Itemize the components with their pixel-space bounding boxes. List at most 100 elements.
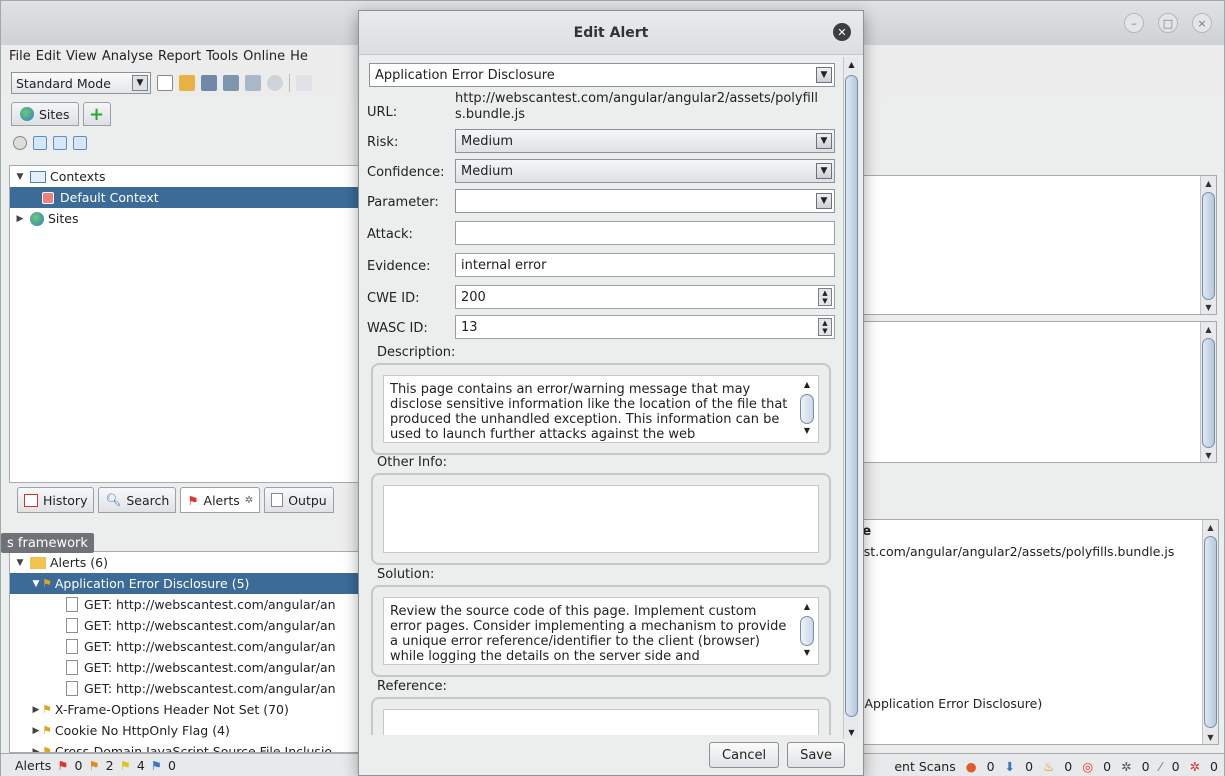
tree-row-sites[interactable]: ▶ Sites — [10, 208, 360, 229]
alert-name-value: Application Error Disclosure — [375, 67, 555, 83]
export-context-icon[interactable] — [73, 136, 87, 150]
maximize-icon[interactable]: □ — [1158, 13, 1178, 33]
close-window-icon[interactable]: × — [1192, 13, 1212, 33]
tree-row-contexts[interactable]: ▼ Contexts — [10, 166, 360, 187]
scroll-thumb[interactable] — [800, 616, 814, 646]
open-session-icon[interactable] — [179, 75, 195, 91]
scroll-up-icon[interactable]: ▲ — [844, 57, 859, 71]
tab-sites[interactable]: Sites — [11, 102, 79, 126]
scrollbar[interactable]: ▲ ▼ — [1202, 520, 1218, 744]
scrollbar[interactable]: ▲ ▼ — [1200, 176, 1216, 314]
target-icon[interactable] — [13, 136, 27, 150]
list-item[interactable]: GET: http://webscantest.com/angular/an — [10, 594, 360, 615]
cancel-button[interactable]: Cancel — [709, 742, 780, 768]
scroll-thumb[interactable] — [1202, 192, 1215, 300]
scroll-thumb[interactable] — [1202, 338, 1215, 448]
confidence-select[interactable]: Medium ▼ — [455, 159, 835, 183]
list-item[interactable]: GET: http://webscantest.com/angular/an — [10, 636, 360, 657]
spinner-icon[interactable]: ▲ ▼ — [818, 288, 832, 306]
info-count: 0 — [168, 758, 176, 773]
new-session-icon[interactable] — [157, 75, 173, 91]
scroll-thumb[interactable] — [800, 394, 814, 424]
list-item[interactable]: GET: http://webscantest.com/angular/an — [10, 657, 360, 678]
url-value-line1: http://webscantest.com/angular/angular2/… — [455, 91, 819, 106]
response-panel: ▲ ▼ — [851, 321, 1217, 463]
scroll-down-icon[interactable]: ▼ — [800, 648, 814, 660]
snapshot-icon[interactable] — [223, 75, 239, 91]
tab-alerts-label: Alerts — [203, 492, 240, 508]
save-session-icon[interactable] — [201, 75, 217, 91]
other-info-label: Other Info: — [377, 455, 448, 470]
wasc-field[interactable]: 13 ▲ ▼ — [455, 315, 835, 339]
tree-row-cross-domain[interactable]: ▶ ⚑ Cross-Domain JavaScript Source File … — [10, 741, 360, 752]
tree-row-alerts-root[interactable]: ▼ Alerts (6) — [10, 552, 360, 573]
properties-icon[interactable] — [245, 75, 261, 91]
scroll-thumb[interactable] — [1204, 536, 1217, 728]
tab-history[interactable]: History — [17, 487, 95, 513]
parameter-select[interactable]: ▼ — [455, 189, 835, 213]
alert-name-combo[interactable]: Application Error Disclosure ▼ — [369, 63, 835, 87]
minimize-icon[interactable]: – — [1124, 13, 1144, 33]
scrollbar[interactable]: ▲ ▼ — [1200, 322, 1216, 462]
menu-file[interactable]: File — [9, 49, 36, 64]
risk-select[interactable]: Medium ▼ — [455, 129, 835, 153]
scroll-down-icon[interactable]: ▼ — [1203, 730, 1218, 744]
dialog-title: Edit Alert — [573, 24, 649, 41]
tree-row-cookie[interactable]: ▶ ⚑ Cookie No HttpOnly Flag (4) — [10, 720, 360, 741]
list-item[interactable]: GET: http://webscantest.com/angular/an — [10, 678, 360, 699]
menu-report[interactable]: Report — [158, 49, 206, 64]
alert-instance-label: GET: http://webscantest.com/angular/an — [84, 639, 336, 654]
current-scans-label: ent Scans — [894, 758, 956, 774]
tree-row-xframe[interactable]: ▶ ⚑ X-Frame-Options Header Not Set (70) — [10, 699, 360, 720]
cwe-field[interactable]: 200 ▲ ▼ — [455, 285, 835, 309]
scroll-down-icon[interactable]: ▼ — [1201, 300, 1216, 314]
request-panel: ▲ ▼ — [851, 175, 1217, 315]
menu-tools[interactable]: Tools — [206, 49, 243, 64]
description-area[interactable]: This page contains an error/warning mess… — [383, 375, 819, 443]
menu-edit[interactable]: Edit — [36, 49, 66, 64]
scrollbar[interactable]: ▲ ▼ — [800, 602, 816, 660]
low-count: 4 — [136, 758, 145, 773]
scroll-down-icon[interactable]: ▼ — [800, 426, 814, 438]
menu-online[interactable]: Online — [243, 49, 290, 64]
other-info-area[interactable] — [383, 485, 819, 553]
tab-alerts[interactable]: ⚑ Alerts ✲ — [180, 487, 261, 513]
tree-row-default-context[interactable]: Default Context — [10, 187, 360, 208]
pin-icon[interactable]: ✲ — [245, 495, 253, 506]
right-panels: ▲ ▼ ▲ ▼ — [851, 131, 1219, 463]
layout-icon[interactable] — [296, 75, 312, 91]
solution-group: Review the source code of this page. Imp… — [371, 585, 831, 677]
scrollbar[interactable]: ▲ ▼ — [800, 380, 816, 438]
attack-field[interactable] — [455, 221, 835, 245]
scroll-thumb[interactable] — [845, 75, 858, 717]
flag-icon: ⚑ — [187, 492, 199, 508]
import-context-icon[interactable] — [53, 136, 67, 150]
add-tab-button[interactable]: + — [82, 102, 111, 126]
scroll-down-icon[interactable]: ▼ — [1201, 448, 1216, 462]
tab-search[interactable]: 🔍︎ Search — [98, 487, 177, 513]
evidence-field[interactable]: internal error — [455, 253, 835, 277]
scroll-up-icon[interactable]: ▲ — [1201, 176, 1216, 190]
solution-area[interactable]: Review the source code of this page. Imp… — [383, 597, 819, 665]
tree-row-app-error[interactable]: ▼ ⚑ Application Error Disclosure (5) — [10, 573, 360, 594]
menu-help[interactable]: He — [290, 49, 313, 64]
mode-select[interactable]: Standard Mode ▼ — [11, 72, 151, 94]
spinner-icon[interactable]: ▲ ▼ — [818, 318, 832, 336]
dialog-scrollbar[interactable]: ▲ ▼ — [843, 57, 859, 739]
menu-analyse[interactable]: Analyse — [102, 49, 158, 64]
ajax-spider-icon: ✲ — [1121, 758, 1132, 774]
new-context-icon[interactable] — [33, 136, 47, 150]
scroll-up-icon[interactable]: ▲ — [1201, 322, 1216, 336]
menu-view[interactable]: View — [66, 49, 102, 64]
scroll-up-icon[interactable]: ▲ — [800, 602, 814, 614]
tab-history-label: History — [43, 492, 88, 508]
gear-icon[interactable] — [267, 75, 283, 91]
close-icon[interactable]: ✕ — [833, 23, 851, 41]
reference-area[interactable] — [383, 709, 819, 735]
tab-output[interactable]: Outpu — [264, 487, 334, 513]
save-button[interactable]: Save — [787, 742, 845, 768]
scroll-up-icon[interactable]: ▲ — [1203, 520, 1218, 534]
list-item[interactable]: GET: http://webscantest.com/angular/an — [10, 615, 360, 636]
scan-count: 0 — [1103, 758, 1112, 774]
scroll-up-icon[interactable]: ▲ — [800, 380, 814, 392]
